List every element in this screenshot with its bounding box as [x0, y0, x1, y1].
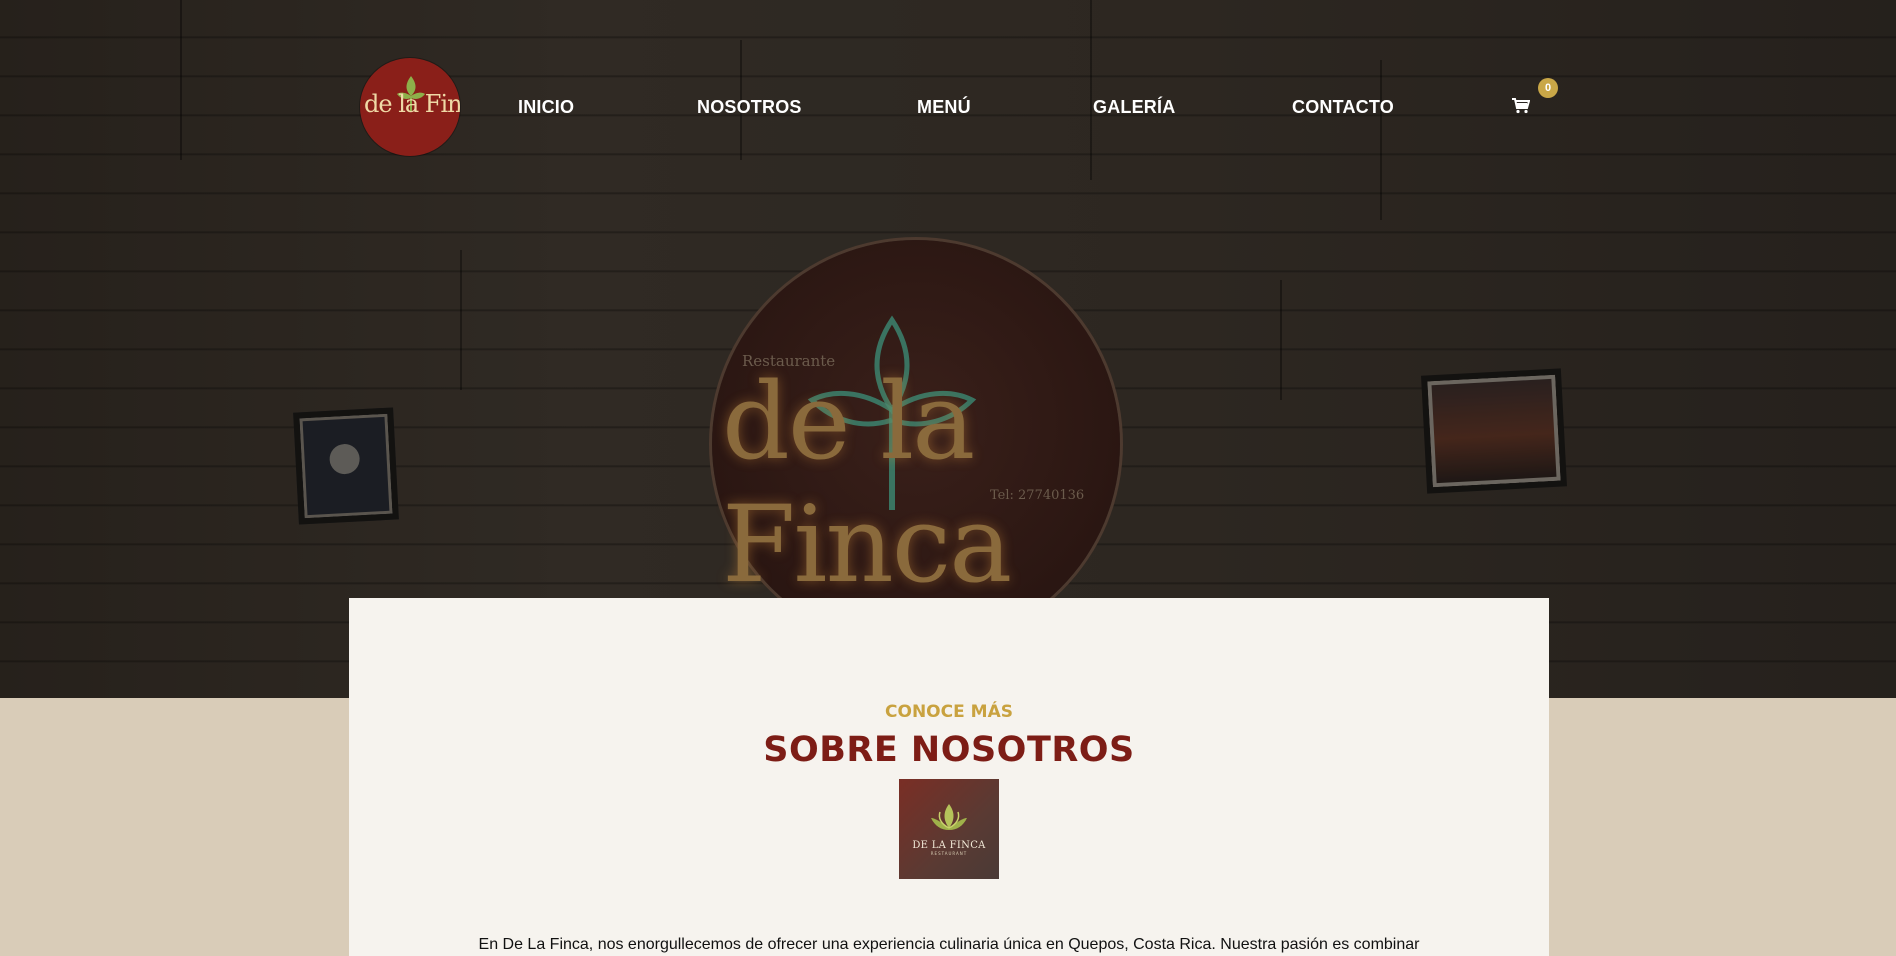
wall-picture-moon	[293, 407, 399, 525]
sign-title: de la Finca	[722, 360, 1012, 606]
badge-title: DE LA FINCA	[912, 840, 986, 851]
cart-count-badge: 0	[1538, 78, 1558, 98]
about-paragraph: En De La Finca, nos enorgullecemos de of…	[478, 936, 1420, 953]
nav-galeria[interactable]: GALERÍA	[1093, 97, 1175, 118]
moon-icon	[328, 443, 361, 475]
nav-inicio[interactable]: INICIO	[518, 97, 574, 118]
site-logo[interactable]: de la Finca	[360, 58, 460, 156]
shopping-cart-icon[interactable]	[1512, 98, 1531, 116]
site-header: de la Finca INICIO NOSOTROS MENÚ GALERÍA…	[0, 0, 1896, 160]
nav-menu[interactable]: MENÚ	[917, 97, 971, 118]
wall-picture-sunset	[1421, 368, 1567, 494]
section-title: SOBRE NOSOTROS	[763, 730, 1135, 770]
about-section: CONOCE MÁS SOBRE NOSOTROS DE LA FINCA RE…	[349, 598, 1549, 956]
plank-seam	[460, 250, 462, 390]
nav-contacto[interactable]: CONTACTO	[1292, 97, 1394, 118]
leaf-icon	[931, 804, 967, 830]
restaurant-sign: Restaurante de la Finca Tel: 27740136	[712, 240, 1120, 648]
brand-badge-image: DE LA FINCA RESTAURANT	[899, 779, 999, 879]
plank-seam	[1280, 280, 1282, 400]
logo-text: de la Finca	[364, 90, 460, 118]
sign-phone: Tel: 27740136	[990, 488, 1085, 503]
badge-subtitle: RESTAURANT	[930, 851, 968, 856]
section-eyebrow: CONOCE MÁS	[885, 702, 1013, 722]
nav-nosotros[interactable]: NOSOTROS	[697, 97, 802, 118]
